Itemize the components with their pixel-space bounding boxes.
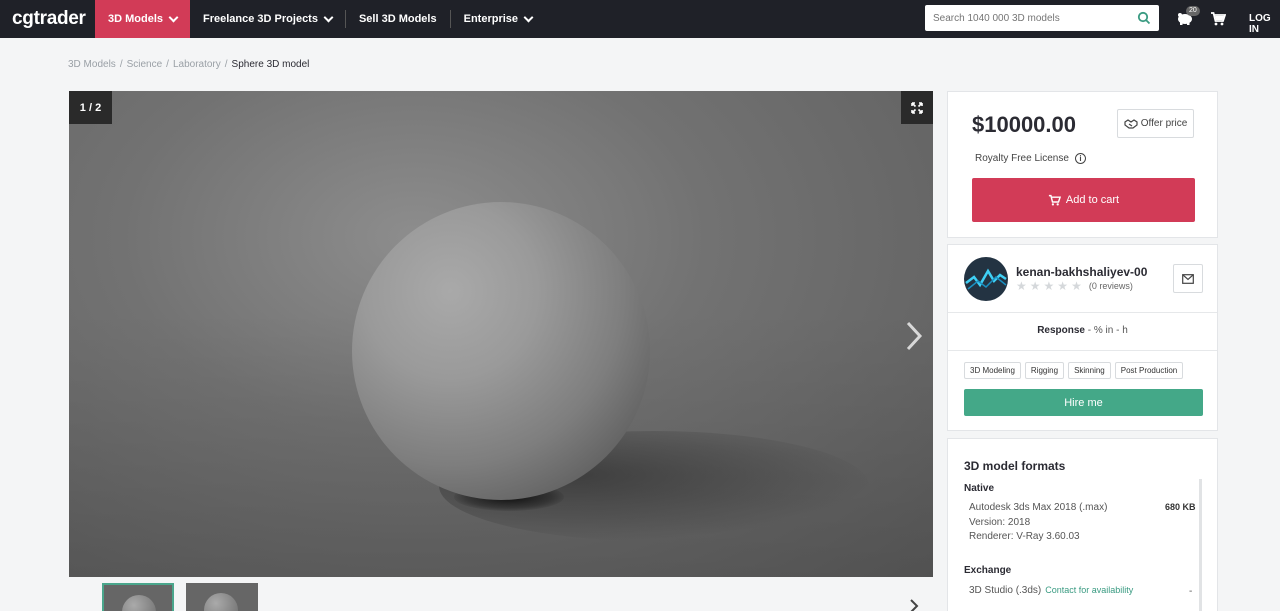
model-price: $10000.00 — [972, 112, 1076, 137]
chevron-down-icon — [323, 12, 334, 22]
login-link[interactable]: LOG IN — [1249, 13, 1280, 35]
cart-icon — [1048, 194, 1061, 206]
contact-availability-link[interactable]: Contact for availability — [1045, 585, 1133, 595]
avatar-graphic — [965, 268, 1007, 290]
skill-tag: 3D Modeling — [964, 362, 1021, 379]
nav-freelance-label: Freelance 3D Projects — [203, 13, 318, 25]
nav-enterprise-label: Enterprise — [463, 13, 519, 25]
hire-me-button[interactable]: Hire me — [964, 389, 1203, 416]
breadcrumb-separator: / — [224, 59, 228, 70]
offer-price-button[interactable]: Offer price — [1117, 109, 1194, 138]
nav-enterprise[interactable]: Enterprise — [451, 0, 545, 38]
author-avatar[interactable] — [964, 257, 1008, 301]
star-icon: ★ — [1029, 279, 1041, 293]
breadcrumb: 3D Models / Science / Laboratory / Spher… — [68, 59, 309, 70]
formats-card: 3D model formats Native Autodesk 3ds Max… — [947, 438, 1218, 611]
divider — [948, 350, 1217, 351]
cgtrader-logo[interactable]: cgtrader — [0, 8, 95, 30]
skill-tag: Post Production — [1114, 362, 1184, 379]
native-format-renderer: Renderer: V-Ray 3.60.03 — [969, 531, 1080, 542]
info-icon[interactable]: i — [1074, 153, 1086, 164]
native-format-version: Version: 2018 — [969, 517, 1031, 528]
nav-3d-models-label: 3D Models — [108, 13, 164, 25]
formats-title: 3D model formats — [964, 459, 1066, 473]
star-icon: ★ — [1071, 279, 1082, 293]
response-label: Response — [1037, 325, 1085, 336]
exchange-format-row: 3D Studio (.3ds) Contact for availability — [969, 585, 1133, 596]
image-counter: 1 / 2 — [69, 91, 112, 124]
exchange-format-size: - — [1189, 586, 1193, 597]
reviews-count[interactable]: (0 reviews) — [1089, 281, 1133, 291]
piggy-badge: 20 — [1186, 6, 1200, 16]
license-row: Royalty Free License i — [975, 153, 1086, 164]
exchange-format-name: 3D Studio (.3ds) — [969, 585, 1042, 596]
star-icon: ★ — [1057, 279, 1069, 293]
thumbnails-next-icon[interactable] — [908, 598, 920, 611]
divider — [948, 312, 1217, 313]
expand-icon — [911, 101, 923, 114]
model-image-viewer[interactable]: 1 / 2 — [69, 91, 933, 577]
thumbnail-1[interactable] — [102, 583, 174, 611]
author-rating: ★ ★ ★ ★ ★ (0 reviews) — [1016, 280, 1133, 292]
nav-3d-models[interactable]: 3D Models — [95, 0, 191, 38]
envelope-icon — [1182, 273, 1194, 284]
fullscreen-button[interactable] — [901, 91, 933, 124]
native-format-name: Autodesk 3ds Max 2018 (.max) — [969, 502, 1108, 513]
response-time: Response - % in - h — [948, 325, 1217, 336]
message-author-button[interactable] — [1173, 264, 1203, 293]
chevron-down-icon — [523, 12, 534, 22]
skill-tag: Rigging — [1024, 362, 1065, 379]
author-name[interactable]: kenan-bakhshaliyev-00 — [1016, 265, 1147, 279]
formats-scrollbar[interactable] — [1199, 479, 1202, 611]
license-label: Royalty Free License — [975, 153, 1069, 164]
add-to-cart-label: Add to cart — [1065, 194, 1120, 206]
breadcrumb-science[interactable]: Science — [127, 59, 163, 70]
sphere-render — [352, 202, 650, 500]
author-card: kenan-bakhshaliyev-00 ★ ★ ★ ★ ★ (0 revie… — [947, 244, 1218, 431]
thumbnail-sphere — [204, 593, 238, 611]
next-image-arrow-icon[interactable] — [904, 321, 924, 351]
handshake-icon — [1124, 118, 1138, 129]
nav-freelance-projects[interactable]: Freelance 3D Projects — [190, 0, 345, 38]
breadcrumb-current: Sphere 3D model — [231, 59, 310, 70]
cart-icon[interactable] — [1210, 11, 1226, 26]
nav-sell-models[interactable]: Sell 3D Models — [346, 0, 450, 38]
purchase-card: $10000.00 Offer price Royalty Free Licen… — [947, 91, 1218, 238]
add-to-cart-button[interactable]: Add to cart — [972, 178, 1195, 222]
star-icon: ★ — [1043, 279, 1055, 293]
response-value: - % in - h — [1085, 325, 1128, 336]
nav-sell-label: Sell 3D Models — [358, 13, 437, 25]
breadcrumb-laboratory[interactable]: Laboratory — [173, 59, 221, 70]
exchange-section-label: Exchange — [964, 565, 1012, 576]
thumbnail-2[interactable] — [186, 583, 258, 611]
search-input[interactable] — [933, 12, 1133, 24]
breadcrumb-separator: / — [166, 59, 169, 70]
thumbnail-sphere — [122, 595, 156, 611]
breadcrumb-separator: / — [119, 59, 123, 70]
native-format-size: 680 KB — [1165, 502, 1196, 512]
author-skills: 3D Modeling Rigging Skinning Post Produc… — [964, 362, 1184, 379]
star-icon: ★ — [1016, 279, 1027, 293]
search-icon[interactable] — [1137, 11, 1151, 25]
breadcrumb-3d-models[interactable]: 3D Models — [68, 59, 116, 70]
chevron-down-icon — [168, 12, 179, 22]
offer-price-label: Offer price — [1140, 118, 1188, 129]
native-section-label: Native — [964, 483, 995, 494]
skill-tag: Skinning — [1068, 362, 1111, 379]
search-box — [925, 5, 1159, 31]
